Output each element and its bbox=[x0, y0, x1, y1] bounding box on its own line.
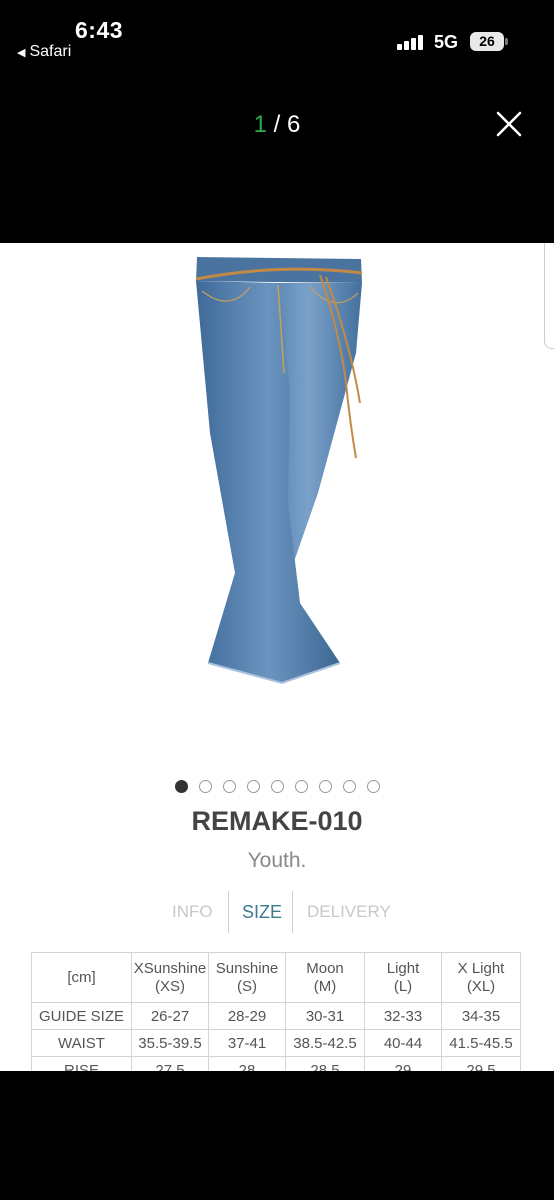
carousel-dot[interactable] bbox=[246, 780, 260, 793]
row-label: GUIDE SIZE bbox=[31, 1002, 132, 1030]
size-table: [cm] XSunshine (XS) Sunshine (S) Moon (M) L… bbox=[31, 952, 521, 1071]
signal-icon bbox=[397, 34, 425, 50]
info-tabs: INFO SIZE DELIVERY bbox=[0, 891, 554, 933]
table-row: RISE 27.5 28 28.5 29 29.5 bbox=[31, 1056, 521, 1071]
image-counter: 1 / 6 bbox=[0, 111, 554, 139]
tab-divider bbox=[292, 891, 293, 933]
carousel-dot[interactable] bbox=[366, 780, 380, 793]
column-header: Light (L) bbox=[364, 952, 442, 1003]
table-cell: 40-44 bbox=[364, 1029, 442, 1057]
tab-divider bbox=[228, 891, 229, 933]
clock: 6:43 bbox=[75, 17, 124, 43]
network-type: 5G bbox=[434, 32, 459, 52]
carousel-dot[interactable] bbox=[174, 780, 188, 793]
total-count: 6 bbox=[287, 111, 301, 138]
back-to-app-link[interactable]: ◀ Safari bbox=[17, 43, 71, 61]
tab-delivery[interactable]: DELIVERY bbox=[307, 891, 391, 933]
bottom-black-area bbox=[0, 1071, 554, 1200]
table-cell: 28 bbox=[208, 1056, 286, 1071]
battery-tip bbox=[505, 38, 508, 45]
table-row: GUIDE SIZE 26-27 28-29 30-31 32-33 34-35 bbox=[31, 1002, 521, 1030]
column-header: Moon (M) bbox=[285, 952, 365, 1003]
battery-icon: 26 bbox=[470, 32, 504, 51]
battery-level: 26 bbox=[479, 33, 495, 49]
table-row: WAIST 35.5-39.5 37-41 38.5-42.5 40-44 41… bbox=[31, 1029, 521, 1057]
table-cell: 29.5 bbox=[441, 1056, 521, 1071]
tab-info[interactable]: INFO bbox=[172, 891, 213, 933]
table-cell: 26-27 bbox=[131, 1002, 209, 1030]
carousel-dot[interactable] bbox=[294, 780, 308, 793]
table-cell: 37-41 bbox=[208, 1029, 286, 1057]
product-subtitle: Youth. bbox=[247, 849, 307, 872]
table-cell: 38.5-42.5 bbox=[285, 1029, 365, 1057]
next-page-edge bbox=[544, 243, 554, 349]
table-cell: 30-31 bbox=[285, 1002, 365, 1030]
table-cell: 35.5-39.5 bbox=[131, 1029, 209, 1057]
column-name: X Light bbox=[457, 959, 505, 977]
table-cell: 28-29 bbox=[208, 1002, 286, 1030]
column-code: (XS) bbox=[155, 977, 185, 995]
back-app-label: Safari bbox=[29, 43, 72, 60]
table-cell: 32-33 bbox=[364, 1002, 442, 1030]
carousel-dot[interactable] bbox=[318, 780, 332, 793]
table-cell: 27.5 bbox=[131, 1056, 209, 1071]
carousel-dot[interactable] bbox=[222, 780, 236, 793]
back-arrow-icon: ◀ bbox=[17, 46, 26, 59]
table-cell: 34-35 bbox=[441, 1002, 521, 1030]
carousel-dot[interactable] bbox=[270, 780, 284, 793]
table-header-row: [cm] XSunshine (XS) Sunshine (S) Moon (M) L… bbox=[31, 952, 521, 1003]
carousel-dot[interactable] bbox=[198, 780, 212, 793]
jeans-photo bbox=[195, 257, 363, 685]
current-index: 1 bbox=[253, 111, 267, 138]
close-icon bbox=[496, 111, 522, 137]
column-code: (L) bbox=[393, 977, 413, 995]
status-bar: 6:43 ◀ Safari 5G 26 bbox=[0, 0, 554, 70]
table-cell: 28.5 bbox=[285, 1056, 365, 1071]
column-header: Sunshine (S) bbox=[208, 952, 286, 1003]
column-header: X Light (XL) bbox=[441, 952, 521, 1003]
column-code: (XL) bbox=[466, 977, 496, 995]
table-cell: 29 bbox=[364, 1056, 442, 1071]
column-name: Light bbox=[386, 959, 420, 977]
column-code: (M) bbox=[313, 977, 337, 995]
tab-size[interactable]: SIZE bbox=[242, 891, 282, 933]
column-name: XSunshine bbox=[133, 959, 207, 977]
close-button[interactable] bbox=[492, 107, 526, 141]
product-name: REMAKE-010 bbox=[191, 806, 363, 836]
table-corner: [cm] bbox=[31, 952, 132, 1003]
carousel-dot[interactable] bbox=[342, 780, 356, 793]
column-code: (S) bbox=[237, 977, 257, 995]
product-image[interactable]: REMAKE-010 Youth. INFO SIZE DELIVERY [cm… bbox=[0, 243, 554, 1071]
column-header: XSunshine (XS) bbox=[131, 952, 209, 1003]
column-name: Moon bbox=[306, 959, 344, 977]
table-cell: 41.5-45.5 bbox=[441, 1029, 521, 1057]
row-label: WAIST bbox=[31, 1029, 132, 1057]
column-name: Sunshine bbox=[215, 959, 279, 977]
counter-separator: / bbox=[266, 111, 287, 138]
carousel-dots bbox=[0, 780, 554, 793]
row-label: RISE bbox=[31, 1056, 132, 1071]
